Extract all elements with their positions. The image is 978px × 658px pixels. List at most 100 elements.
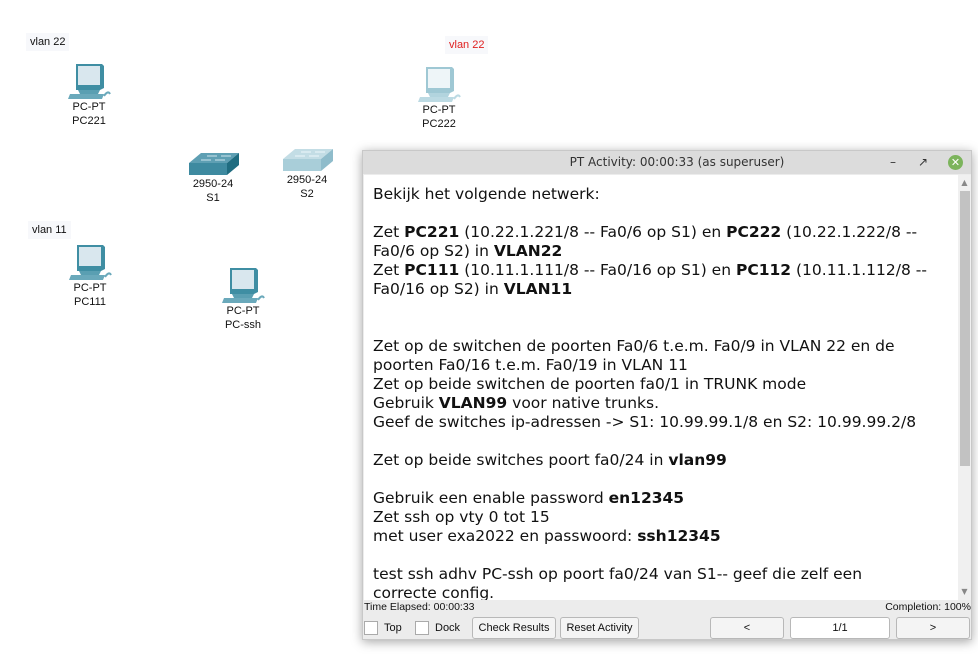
instruction-line: Fa0/6 op S2) in VLAN22 xyxy=(373,242,949,261)
scroll-up-icon[interactable]: ▲ xyxy=(958,177,971,189)
status-row: Time Elapsed: 00:00:33 Completion: 100% xyxy=(363,600,971,614)
instruction-emphasis: VLAN22 xyxy=(493,242,563,260)
reset-activity-button[interactable]: Reset Activity xyxy=(560,617,639,639)
instruction-line: Zet op beide switchen de poorten fa0/1 i… xyxy=(373,375,949,394)
device-pc111[interactable]: PC-PT PC111 xyxy=(61,243,119,309)
instruction-emphasis: PC111 xyxy=(404,261,460,279)
controls-row: Top Dock Check Results Reset Activity < … xyxy=(363,616,971,640)
instruction-text: Zet ssh op vty 0 tot 15 xyxy=(373,508,550,526)
instruction-emphasis: VLAN11 xyxy=(503,280,573,298)
device-model: PC-PT xyxy=(422,104,456,116)
instruction-line xyxy=(373,318,949,337)
pc-icon xyxy=(69,245,112,280)
instructions-scrollbar[interactable]: ▲ ▼ xyxy=(958,175,971,600)
note-vlan22-left[interactable]: vlan 22 xyxy=(26,33,70,51)
instruction-line: poorten Fa0/16 t.e.m. Fa0/19 in VLAN 11 xyxy=(373,356,949,375)
completion: Completion: 100% xyxy=(885,601,971,613)
maximize-icon[interactable]: ↗ xyxy=(913,151,933,174)
instruction-emphasis: PC112 xyxy=(735,261,792,279)
device-model: 2950-24 xyxy=(286,174,328,186)
instruction-line: Gebruik VLAN99 voor native trunks. xyxy=(373,394,949,413)
instruction-emphasis: en12345 xyxy=(608,489,685,507)
instruction-text: (10.11.1.111/8 -- Fa0/16 op S1) en xyxy=(459,261,736,279)
device-s2[interactable]: 2950-24 S2 xyxy=(277,147,337,201)
dialog-titlebar[interactable]: PT Activity: 00:00:33 (as superuser) – ↗… xyxy=(363,151,971,174)
device-pc-ssh[interactable]: PC-PT PC-ssh xyxy=(214,266,272,332)
check-results-button[interactable]: Check Results xyxy=(472,617,556,639)
instruction-text: test ssh adhv PC-ssh op poort fa0/24 van… xyxy=(373,565,863,583)
dock-checkbox[interactable]: Dock xyxy=(415,621,460,635)
instruction-emphasis: ssh12345 xyxy=(637,527,721,545)
instruction-emphasis: vlan99 xyxy=(668,451,727,469)
page-indicator: 1/1 xyxy=(790,617,890,639)
note-vlan22-right[interactable]: vlan 22 xyxy=(445,36,489,54)
device-name: S1 xyxy=(206,192,220,204)
pc-icon xyxy=(68,64,111,99)
instructions-pane[interactable]: Bekijk het volgende netwerk: Zet PC221 (1… xyxy=(364,175,958,600)
device-name: PC221 xyxy=(72,115,106,127)
instruction-text: (10.11.1.112/8 -- xyxy=(791,261,927,279)
top-checkbox[interactable]: Top xyxy=(364,621,402,635)
instruction-line: Zet PC111 (10.11.1.111/8 -- Fa0/16 op S1… xyxy=(373,261,949,280)
scroll-thumb[interactable] xyxy=(960,191,970,467)
pc-icon xyxy=(418,67,461,102)
close-icon[interactable]: ✕ xyxy=(948,155,963,170)
instruction-text: poorten Fa0/16 t.e.m. Fa0/19 in VLAN 11 xyxy=(373,356,688,374)
top-checkbox-label: Top xyxy=(384,622,402,634)
top-checkbox-box[interactable] xyxy=(364,621,378,635)
switch-icon xyxy=(283,149,333,171)
instruction-emphasis: PC222 xyxy=(726,223,782,241)
instruction-line: Zet op beide switches poort fa0/24 in vl… xyxy=(373,451,949,470)
instruction-text: Zet op beide switchen de poorten fa0/1 i… xyxy=(373,375,807,393)
device-s1[interactable]: 2950-24 S1 xyxy=(183,151,243,205)
instruction-emphasis: VLAN99 xyxy=(438,394,508,412)
note-vlan11[interactable]: vlan 11 xyxy=(28,221,71,239)
instruction-text: correcte config. xyxy=(373,584,495,600)
device-model: PC-PT xyxy=(226,305,260,317)
previous-page-button[interactable]: < xyxy=(710,617,784,639)
dock-checkbox-box[interactable] xyxy=(415,621,429,635)
instruction-line: Gebruik een enable password en12345 xyxy=(373,489,949,508)
instruction-line xyxy=(373,204,949,223)
instruction-line xyxy=(373,432,949,451)
device-model: PC-PT xyxy=(72,101,106,113)
device-model: 2950-24 xyxy=(192,178,234,190)
instruction-text: Zet op de switchen de poorten Fa0/6 t.e.… xyxy=(373,337,895,355)
instruction-text: Fa0/16 op S2) in xyxy=(373,280,504,298)
scroll-down-icon[interactable]: ▼ xyxy=(958,586,971,598)
instruction-line: Geef de switches ip-adressen -> S1: 10.9… xyxy=(373,413,949,432)
device-pc221[interactable]: PC-PT PC221 xyxy=(60,62,118,128)
instruction-line: Fa0/16 op S2) in VLAN11 xyxy=(373,280,949,299)
instruction-line: Zet ssh op vty 0 tot 15 xyxy=(373,508,949,527)
instruction-text: voor native trunks. xyxy=(507,394,660,412)
instruction-text: Zet xyxy=(373,261,405,279)
dock-checkbox-label: Dock xyxy=(435,622,461,634)
instruction-text: Zet op beide switches poort fa0/24 in xyxy=(373,451,669,469)
instruction-text: Fa0/6 op S2) in xyxy=(373,242,494,260)
instruction-line: Zet op de switchen de poorten Fa0/6 t.e.… xyxy=(373,337,949,356)
instruction-text: Zet xyxy=(373,223,405,241)
instruction-text: (10.22.1.221/8 -- Fa0/6 op S1) en xyxy=(459,223,727,241)
instruction-line: Zet PC221 (10.22.1.221/8 -- Fa0/6 op S1)… xyxy=(373,223,949,242)
pt-activity-dialog: PT Activity: 00:00:33 (as superuser) – ↗… xyxy=(362,150,972,640)
instruction-line xyxy=(373,470,949,489)
instruction-line: met user exa2022 en passwoord: ssh12345 xyxy=(373,527,949,546)
instruction-text: (10.22.1.222/8 -- xyxy=(781,223,918,241)
device-name: S2 xyxy=(300,188,314,200)
device-name: PC111 xyxy=(73,296,106,308)
instruction-emphasis: PC221 xyxy=(404,223,460,241)
instruction-line xyxy=(373,546,949,565)
instruction-line xyxy=(373,299,949,318)
minimize-icon[interactable]: – xyxy=(883,151,903,174)
device-pc222[interactable]: PC-PT PC222 xyxy=(410,65,468,131)
instruction-text: Bekijk het volgende netwerk: xyxy=(373,185,600,203)
device-name: PC222 xyxy=(422,118,456,130)
instruction-text: Gebruik xyxy=(373,394,439,412)
next-page-button[interactable]: > xyxy=(896,617,970,639)
instruction-text: met user exa2022 en passwoord: xyxy=(373,527,638,545)
instruction-text: Geef de switches ip-adressen -> S1: 10.9… xyxy=(373,413,917,431)
switch-icon xyxy=(189,153,239,175)
device-name: PC-ssh xyxy=(224,319,262,331)
dialog-title: PT Activity: 00:00:33 (as superuser) xyxy=(569,155,785,169)
instruction-line: test ssh adhv PC-ssh op poort fa0/24 van… xyxy=(373,565,949,584)
